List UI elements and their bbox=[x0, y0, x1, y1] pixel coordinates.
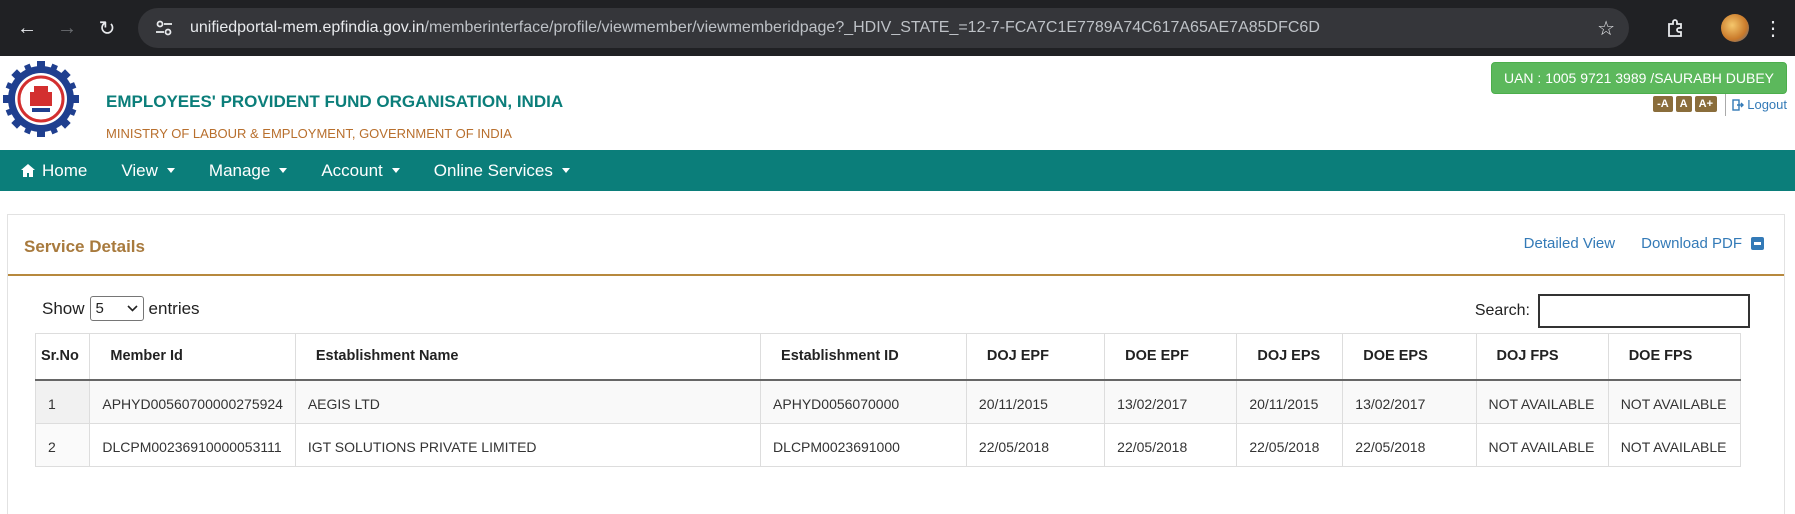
logout-label: Logout bbox=[1747, 97, 1787, 112]
col-doj-fps[interactable]: DOJ FPS bbox=[1475, 333, 1609, 381]
divider bbox=[1725, 94, 1726, 116]
entries-label: entries bbox=[148, 298, 200, 318]
cell-establishment-name: IGT SOLUTIONS PRIVATE LIMITED bbox=[294, 422, 762, 467]
cell-doj-epf: 22/05/2018 bbox=[965, 422, 1106, 467]
cell-establishment-id: APHYD0056070000 bbox=[760, 379, 967, 424]
bookmark-star-icon[interactable]: ☆ bbox=[1597, 16, 1615, 41]
url-host: unifiedportal-mem.epfindia.gov.in bbox=[190, 19, 425, 36]
nav-online-services[interactable]: Online Services bbox=[434, 161, 570, 181]
font-increase-button[interactable]: A+ bbox=[1694, 96, 1717, 112]
cell-sr-no: 1 bbox=[34, 379, 91, 424]
cell-doj-fps: NOT AVAILABLE bbox=[1475, 422, 1609, 467]
url-path: /memberinterface/profile/viewmember/view… bbox=[424, 19, 1320, 36]
page-length-control: Show 5 entries bbox=[42, 296, 200, 321]
col-sr-no[interactable]: Sr.No bbox=[34, 333, 91, 381]
org-name: EMPLOYEES' PROVIDENT FUND ORGANISATION, … bbox=[106, 92, 564, 111]
extensions-icon[interactable] bbox=[1659, 11, 1693, 45]
site-info-icon[interactable] bbox=[152, 16, 176, 40]
table-row: 1 APHYD00560700000275924 AEGIS LTD APHYD… bbox=[34, 379, 1742, 424]
nav-account[interactable]: Account bbox=[321, 160, 400, 181]
detailed-view-link[interactable]: Detailed View bbox=[1524, 235, 1615, 252]
main-navbar: Home View Manage Account Online Services bbox=[0, 150, 1795, 191]
site-header: EMPLOYEES' PROVIDENT FUND ORGANISATION, … bbox=[0, 56, 1795, 150]
cell-doe-epf: 22/05/2018 bbox=[1104, 422, 1238, 467]
nav-home[interactable]: Home bbox=[20, 161, 87, 181]
nav-online-services-label: Online Services bbox=[433, 160, 553, 180]
cell-doj-eps: 22/05/2018 bbox=[1236, 422, 1344, 467]
profile-avatar[interactable] bbox=[1721, 14, 1749, 42]
uan-badge: UAN : 1005 9721 3989 /SAURABH DUBEY bbox=[1490, 62, 1787, 94]
col-doe-fps[interactable]: DOE FPS bbox=[1607, 333, 1742, 381]
chevron-down-icon bbox=[126, 305, 138, 312]
cell-doe-fps: NOT AVAILABLE bbox=[1607, 379, 1742, 424]
url-text[interactable]: unifiedportal-mem.epfindia.gov.in/member… bbox=[190, 19, 1587, 37]
epfo-logo bbox=[2, 60, 80, 138]
cell-doe-eps: 22/05/2018 bbox=[1342, 422, 1477, 467]
cell-doj-fps: NOT AVAILABLE bbox=[1475, 379, 1609, 424]
logout-link[interactable]: Logout bbox=[1732, 97, 1787, 112]
caret-down-icon bbox=[561, 168, 570, 173]
panel-actions: Detailed View Download PDF bbox=[1524, 235, 1764, 252]
back-icon[interactable]: ← bbox=[10, 11, 44, 45]
collapse-icon[interactable] bbox=[1751, 237, 1764, 250]
home-icon bbox=[21, 164, 35, 177]
col-doj-eps[interactable]: DOJ EPS bbox=[1236, 333, 1344, 381]
cell-doj-epf: 20/11/2015 bbox=[965, 379, 1106, 424]
panel-heading: Service Details Detailed View Download P… bbox=[8, 215, 1784, 276]
nav-view-label: View bbox=[121, 160, 158, 180]
download-pdf-link[interactable]: Download PDF bbox=[1641, 235, 1742, 252]
cell-member-id: DLCPM00236910000053111 bbox=[89, 422, 296, 467]
forward-icon[interactable]: → bbox=[50, 11, 84, 45]
cell-doe-fps: NOT AVAILABLE bbox=[1607, 422, 1742, 467]
entries-value: 5 bbox=[95, 300, 104, 317]
cell-doj-eps: 20/11/2015 bbox=[1236, 379, 1344, 424]
col-doe-epf[interactable]: DOE EPF bbox=[1104, 333, 1238, 381]
show-label: Show bbox=[42, 298, 85, 318]
entries-select[interactable]: 5 bbox=[89, 296, 144, 321]
font-normal-button[interactable]: A bbox=[1675, 96, 1692, 112]
logout-icon bbox=[1732, 98, 1745, 111]
caret-down-icon bbox=[391, 168, 400, 173]
search-label: Search: bbox=[1474, 302, 1530, 319]
col-member-id[interactable]: Member Id bbox=[89, 333, 296, 381]
browser-menu-icon[interactable]: ⋮ bbox=[1761, 16, 1785, 41]
panel-title: Service Details bbox=[24, 237, 145, 256]
col-establishment-id[interactable]: Establishment ID bbox=[760, 333, 967, 381]
ministry-name: MINISTRY OF LABOUR & EMPLOYMENT, GOVERNM… bbox=[106, 126, 512, 141]
nav-account-label: Account bbox=[321, 160, 383, 180]
cell-doe-eps: 13/02/2017 bbox=[1342, 379, 1477, 424]
service-table: Sr.No Member Id Establishment Name Estab… bbox=[34, 333, 1742, 467]
address-bar[interactable]: unifiedportal-mem.epfindia.gov.in/member… bbox=[138, 8, 1629, 48]
col-doe-eps[interactable]: DOE EPS bbox=[1342, 333, 1477, 381]
caret-down-icon bbox=[166, 168, 175, 173]
table-controls: Show 5 entries Search: bbox=[8, 276, 1784, 334]
caret-down-icon bbox=[279, 168, 288, 173]
col-doj-epf[interactable]: DOJ EPF bbox=[965, 333, 1106, 381]
cell-doe-epf: 13/02/2017 bbox=[1104, 379, 1238, 424]
browser-toolbar: ← → ↻ unifiedportal-mem.epfindia.gov.in/… bbox=[0, 0, 1795, 56]
search-input[interactable] bbox=[1538, 294, 1750, 328]
reload-icon[interactable]: ↻ bbox=[90, 11, 124, 45]
cell-establishment-name: AEGIS LTD bbox=[294, 379, 762, 424]
cell-member-id: APHYD00560700000275924 bbox=[89, 379, 296, 424]
cell-sr-no: 2 bbox=[34, 422, 91, 467]
table-row: 2 DLCPM00236910000053111 IGT SOLUTIONS P… bbox=[34, 422, 1742, 467]
nav-home-label: Home bbox=[42, 160, 88, 180]
col-establishment-name[interactable]: Establishment Name bbox=[294, 333, 762, 381]
nav-manage-label: Manage bbox=[208, 160, 271, 180]
nav-view[interactable]: View bbox=[121, 161, 175, 181]
font-size-controls: -A A A+ bbox=[1653, 96, 1717, 112]
cell-establishment-id: DLCPM0023691000 bbox=[760, 422, 967, 467]
table-search: Search: bbox=[1475, 294, 1750, 328]
nav-manage[interactable]: Manage bbox=[208, 160, 288, 181]
table-header-row: Sr.No Member Id Establishment Name Estab… bbox=[34, 333, 1742, 381]
font-decrease-button[interactable]: -A bbox=[1653, 96, 1673, 112]
